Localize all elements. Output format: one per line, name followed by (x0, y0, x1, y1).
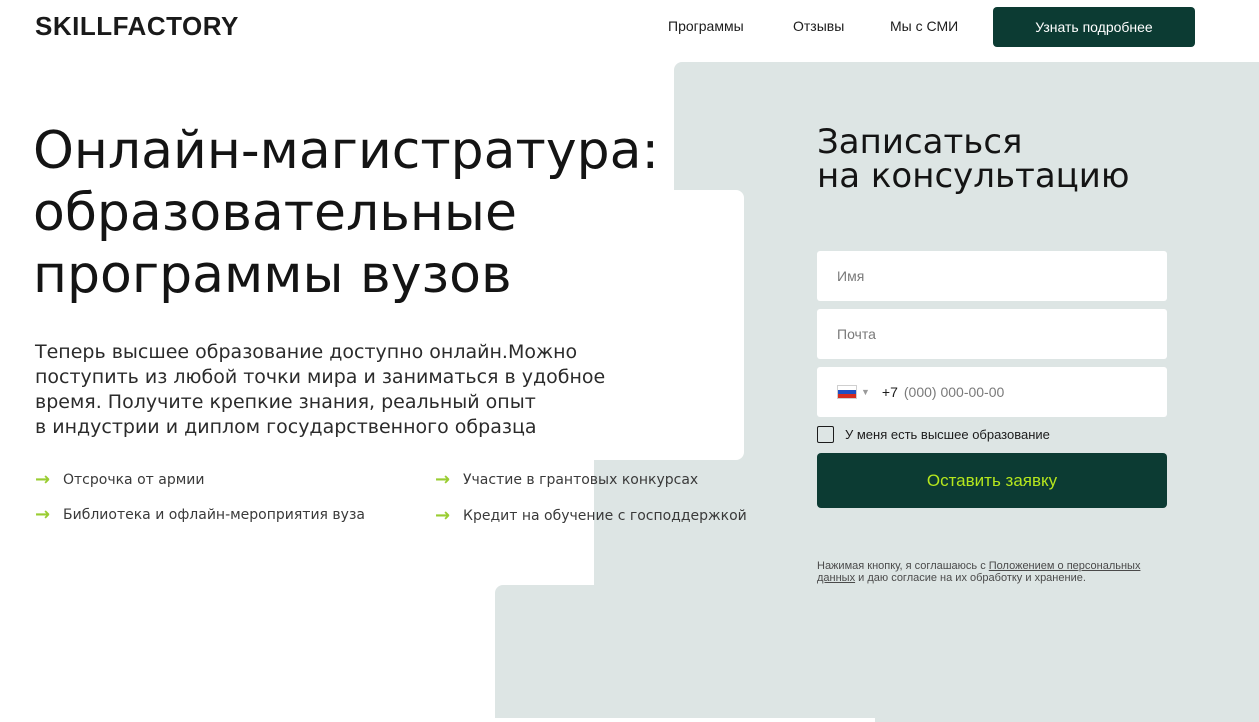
email-input[interactable] (817, 309, 1167, 359)
arrow-right-icon: → (35, 504, 51, 525)
higher-education-checkbox-row[interactable]: У меня есть высшее образование (817, 426, 1050, 443)
russia-flag-icon[interactable] (837, 385, 857, 399)
hero-title-line: образовательные (33, 183, 517, 243)
name-input[interactable] (817, 251, 1167, 301)
submit-application-button[interactable]: Оставить заявку (817, 453, 1167, 508)
checkbox-label: У меня есть высшее образование (845, 427, 1050, 442)
feature-label: Участие в грантовых конкурсах (463, 471, 699, 488)
arrow-right-icon: → (435, 469, 451, 490)
logo[interactable]: SKILLFACTORY (35, 11, 239, 42)
hero-subtitle-line: время. Получите крепкие знания, реальный… (35, 391, 536, 413)
hero-title-line: Онлайн-магистратура: (33, 121, 660, 181)
higher-education-checkbox[interactable] (817, 426, 834, 443)
feature-item: → Кредит на обучение с господдержкой (435, 505, 747, 526)
phone-country-code: +7 (881, 384, 898, 400)
feature-item: → Библиотека и офлайн-мероприятия вуза (35, 504, 365, 525)
feature-label: Отсрочка от армии (63, 471, 205, 488)
feature-label: Кредит на обучение с господдержкой (463, 507, 747, 524)
consent-prefix: Нажимая кнопку, я соглашаюсь с (817, 560, 989, 572)
learn-more-button[interactable]: Узнать подробнее (993, 7, 1195, 47)
arrow-right-icon: → (35, 469, 51, 490)
nav-link-programs[interactable]: Программы (668, 18, 744, 34)
background-cutout-bottom (495, 718, 875, 722)
hero-title: Онлайн-магистратура: образовательные про… (33, 120, 753, 306)
background-panel-step-lower (495, 585, 695, 722)
chevron-down-icon[interactable]: ▼ (861, 387, 870, 397)
feature-label: Библиотека и офлайн-мероприятия вуза (63, 506, 365, 523)
nav-link-media[interactable]: Мы с СМИ (890, 18, 958, 34)
form-title: Записаться на консультацию (817, 125, 1217, 193)
hero-subtitle-line: Теперь высшее образование доступно онлай… (35, 341, 578, 363)
hero-subtitle: Теперь высшее образование доступно онлай… (35, 340, 675, 440)
consent-suffix: и даю согласие на их обработку и хранени… (855, 572, 1086, 584)
consent-text: Нажимая кнопку, я соглашаюсь с Положение… (817, 560, 1147, 584)
phone-input[interactable] (903, 384, 1104, 400)
arrow-right-icon: → (435, 505, 451, 526)
nav-link-reviews[interactable]: Отзывы (793, 18, 844, 34)
hero-subtitle-line: в индустрии и диплом государственного об… (35, 416, 537, 438)
hero-title-line: программы вузов (33, 245, 512, 305)
hero-subtitle-line: поступить из любой точки мира и занимать… (35, 366, 606, 388)
feature-item: → Отсрочка от армии (35, 469, 204, 490)
form-title-line: на консультацию (817, 156, 1130, 196)
feature-item: → Участие в грантовых конкурсах (435, 469, 698, 490)
phone-field[interactable]: ▼ +7 (817, 367, 1167, 417)
page: SKILLFACTORY Программы Отзывы Мы с СМИ У… (0, 0, 1259, 722)
